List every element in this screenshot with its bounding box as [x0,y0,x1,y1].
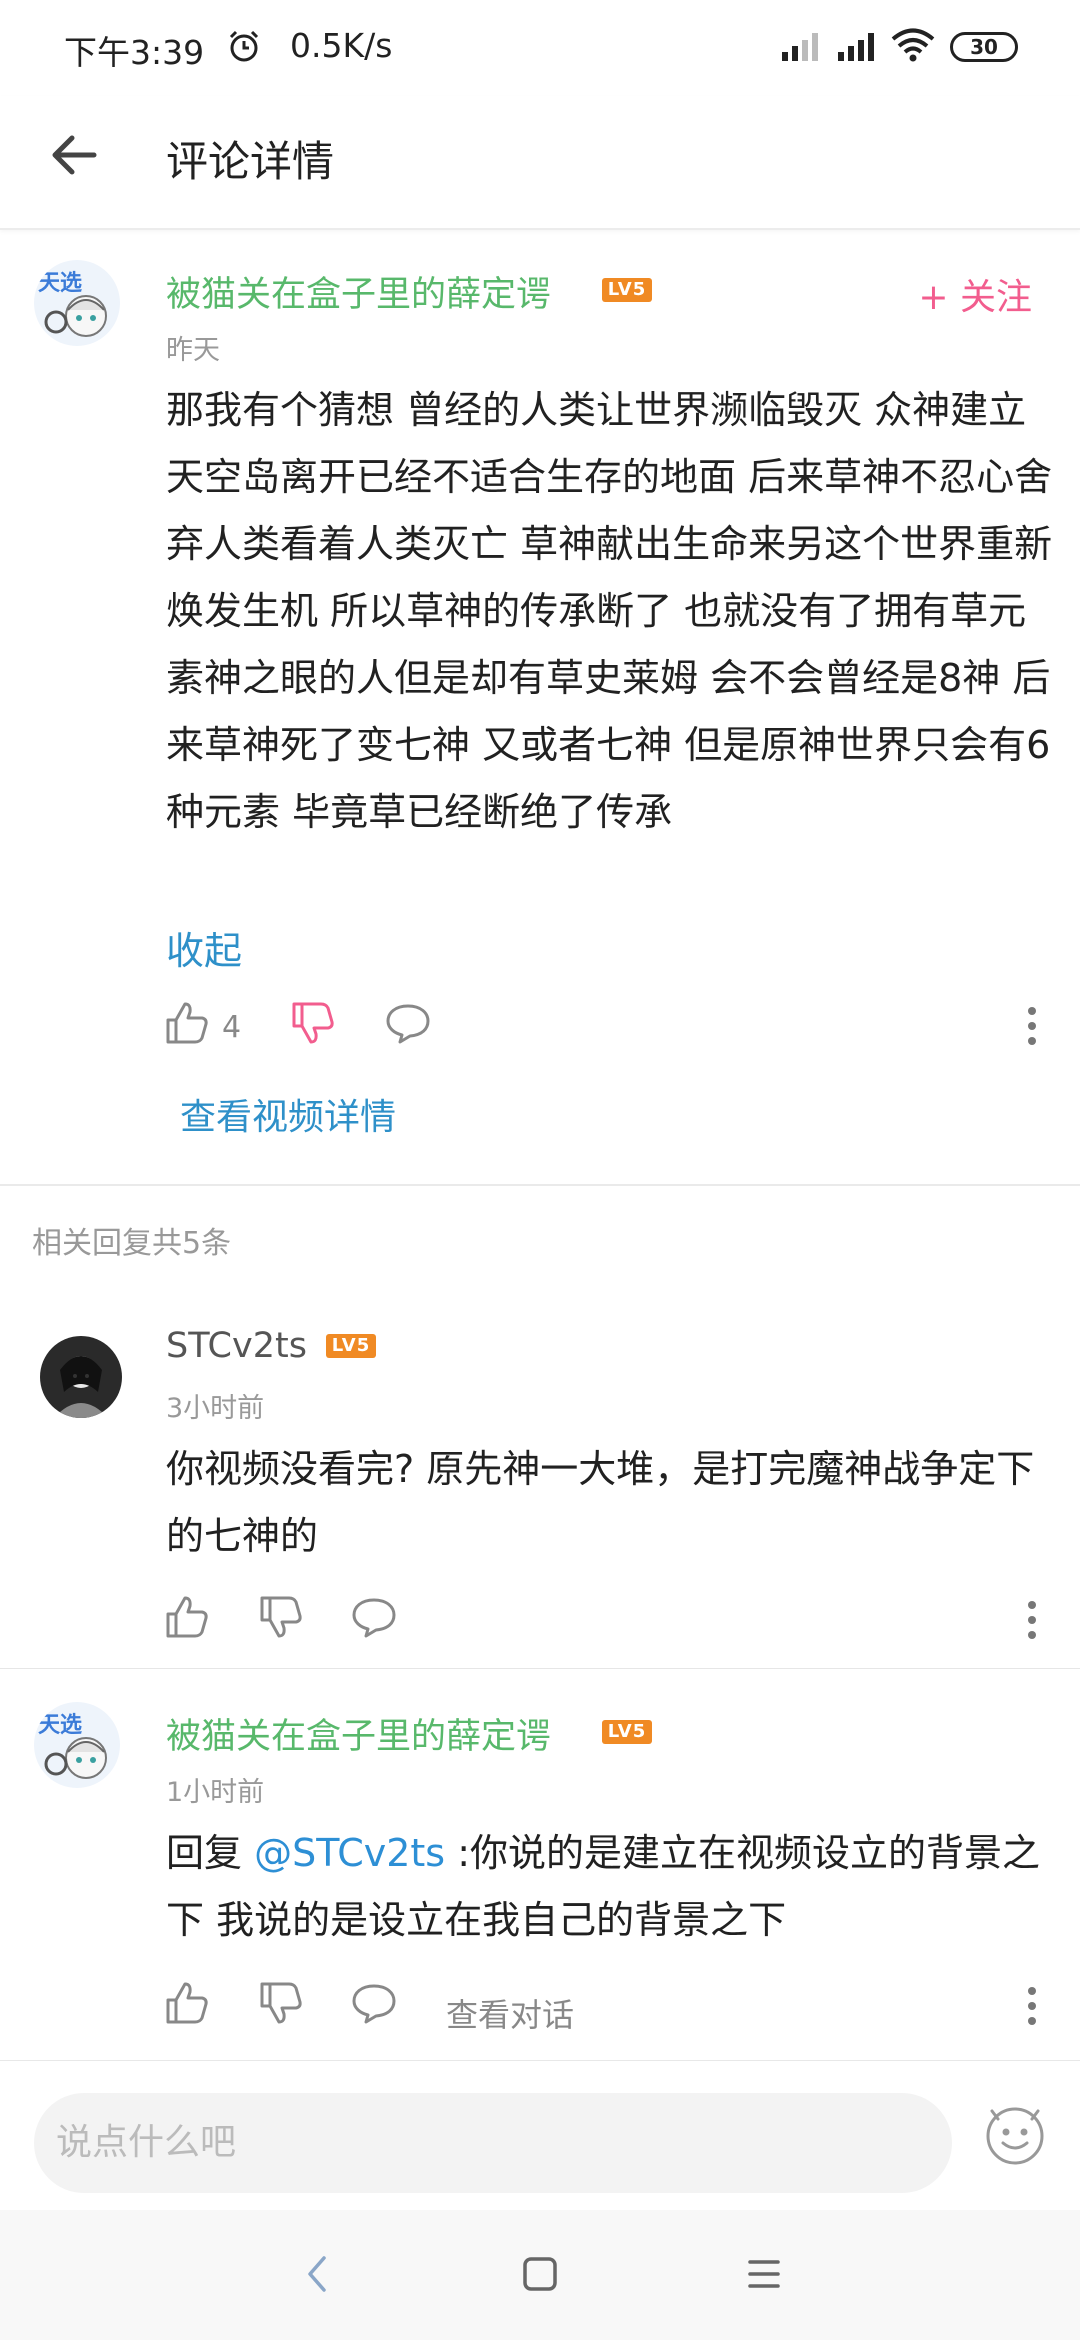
comment-time: 昨天 [166,335,220,366]
reply-prefix: 回复 [166,1831,255,1875]
avatar[interactable] [40,1336,122,1418]
reply-content: 你视频没看完? 原先神一大堆，是打完魔神战争定下的七神的 [166,1447,1035,1558]
reply-username[interactable]: STCv2ts [166,1326,307,1366]
reply-time: 1小时前 [166,1777,265,1808]
reply-actions [0,1594,1080,1654]
comment-actions: 4 [0,1000,1080,1060]
signal-icon [836,30,880,66]
thumb-down-icon[interactable] [258,1594,304,1644]
thumb-down-icon[interactable] [258,1980,304,2030]
app-header: 评论详情 [0,96,1080,230]
reply-count-header: 相关回复共5条 [32,1226,232,1261]
reply-actions: 查看对话 [0,1980,1080,2040]
system-nav-bar [0,2210,1080,2340]
divider [0,1184,1080,1186]
comment-icon[interactable] [350,1594,398,1644]
battery-indicator: 30 [950,32,1018,62]
comment-icon[interactable] [350,1980,398,2030]
network-speed: 0.5K/s [290,26,393,65]
thumb-up-icon[interactable] [164,1000,210,1050]
svg-text:天选: 天选 [38,1713,82,1738]
more-vertical-icon[interactable] [1026,1986,1038,2030]
comment-input[interactable]: 说点什么吧 [34,2093,952,2193]
more-vertical-icon[interactable] [1026,1006,1038,1050]
status-time: 下午3:39 [64,33,205,72]
collapse-button[interactable]: 收起 [166,920,242,975]
view-video-details-link[interactable]: 查看视频详情 [180,1088,396,1140]
thumb-up-icon[interactable] [164,1980,210,2030]
divider [0,1668,1080,1669]
reply-username[interactable]: 被猫关在盒子里的薛定谔 [166,1708,551,1759]
nav-back-icon[interactable] [300,2252,334,2300]
status-bar: 下午3:39 0.5K/s 30 [0,0,1080,96]
level-badge: LV5 [602,1720,652,1744]
like-count: 4 [222,1010,242,1045]
emoji-icon[interactable] [984,2105,1046,2171]
page-title: 评论详情 [166,137,335,186]
reply-time: 3小时前 [166,1393,265,1424]
svg-text:天选: 天选 [38,271,82,296]
thumb-down-icon[interactable] [290,1000,336,1050]
level-badge: LV5 [326,1334,376,1358]
wifi-icon [890,28,936,66]
view-conversation-button[interactable]: 查看对话 [446,1990,574,2036]
reply-content: 回复 @STCv2ts :你说的是建立在视频设立的背景之下 我说的是设立在我自己… [166,1820,1056,1954]
nav-menu-icon[interactable] [744,2256,784,2296]
more-vertical-icon[interactable] [1026,1600,1038,1644]
avatar[interactable]: 天选 [34,1702,120,1788]
thumb-up-icon[interactable] [164,1594,210,1644]
comment-input-bar: 说点什么吧 [0,2060,1080,2210]
comment-content: 那我有个猜想 曾经的人类让世界濒临毁灭 众神建立天空岛离开已经不适合生存的地面 … [166,388,1053,834]
follow-button[interactable]: + 关注 [918,268,1032,320]
mention-link[interactable]: @STCv2ts [254,1831,445,1875]
comment-username[interactable]: 被猫关在盒子里的薛定谔 [166,266,551,317]
comment-icon[interactable] [384,1000,432,1050]
alarm-icon [226,28,262,68]
avatar[interactable]: 天选 [34,260,120,346]
back-arrow-icon[interactable] [46,124,108,186]
nav-home-icon[interactable] [520,2254,560,2298]
signal-icon [780,30,824,66]
level-badge: LV5 [602,278,652,302]
